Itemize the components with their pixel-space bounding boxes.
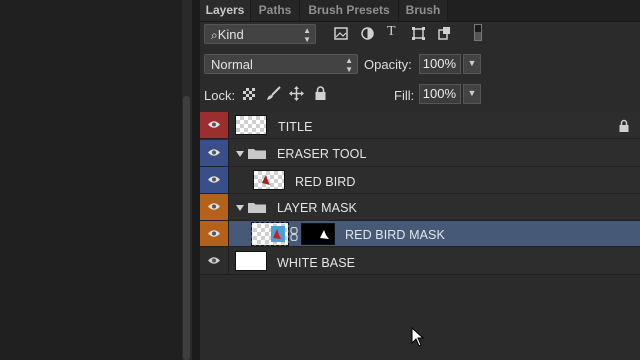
- opacity-slider-button[interactable]: ▼: [463, 54, 481, 74]
- layer-group-eraser-tool[interactable]: ERASER TOOL: [200, 140, 640, 167]
- visibility-toggle[interactable]: [200, 194, 229, 220]
- lock-label: Lock:: [204, 88, 236, 103]
- type-filter-icon[interactable]: T: [387, 24, 396, 40]
- blend-mode-value: Normal: [211, 57, 253, 72]
- eye-icon: [208, 121, 220, 128]
- layer-group-layer-mask[interactable]: LAYER MASK: [200, 194, 640, 221]
- mouse-cursor-icon: [411, 327, 425, 347]
- visibility-toggle[interactable]: [200, 140, 229, 166]
- opacity-input[interactable]: 100%: [419, 54, 461, 74]
- layer-locked-icon: [619, 119, 629, 132]
- group-expand-triangle-icon[interactable]: [236, 205, 244, 211]
- folder-icon: [248, 149, 266, 159]
- shape-filter-icon[interactable]: [412, 27, 425, 40]
- visibility-toggle[interactable]: [200, 221, 229, 246]
- layer-row-title[interactable]: TITLE: [200, 112, 640, 139]
- layer-name: WHITE BASE: [277, 256, 356, 270]
- layer-name: ERASER TOOL: [277, 147, 367, 161]
- layer-name: TITLE: [278, 120, 313, 134]
- blend-mode-dropdown[interactable]: Normal ▲ ▼: [204, 54, 358, 74]
- opacity-label: Opacity:: [364, 57, 412, 72]
- panel-tabs: Layers Paths Brush Presets Brush: [200, 0, 640, 22]
- layers-panel: Layers Paths Brush Presets Brush ⌕Kind ▲…: [200, 0, 640, 360]
- visibility-toggle[interactable]: [200, 112, 229, 138]
- blue-bird-thumbnail-icon: [271, 226, 285, 242]
- lock-transparent-pixels-icon[interactable]: [243, 88, 255, 100]
- fill-label: Fill:: [394, 88, 415, 103]
- eye-icon: [208, 176, 220, 183]
- tab-layers[interactable]: Layers: [200, 0, 251, 21]
- search-icon: ⌕: [211, 28, 218, 42]
- folder-icon: [248, 203, 266, 213]
- layer-name: RED BIRD MASK: [345, 228, 445, 242]
- adjustment-filter-icon[interactable]: [361, 27, 374, 40]
- updown-arrows-icon: ▲ ▼: [345, 56, 353, 74]
- chevron-down-icon: ▼: [467, 88, 477, 98]
- fill-slider-button[interactable]: ▼: [463, 84, 481, 104]
- bird-mask-silhouette-icon: [320, 230, 329, 239]
- visibility-toggle[interactable]: [200, 167, 229, 193]
- image-filter-icon[interactable]: [334, 27, 348, 40]
- layer-mask-thumbnail[interactable]: [301, 223, 335, 245]
- canvas-area-left: [0, 0, 182, 360]
- lock-position-move-icon[interactable]: [289, 86, 304, 101]
- eye-icon: [208, 203, 220, 210]
- layer-row-white-base[interactable]: WHITE BASE: [200, 248, 640, 275]
- kind-filter-label: Kind: [217, 27, 244, 42]
- layer-thumbnail: [253, 170, 285, 190]
- updown-arrows-icon: ▲ ▼: [303, 26, 311, 44]
- smart-object-filter-icon[interactable]: [438, 26, 451, 40]
- filter-toggle-switch[interactable]: [474, 24, 482, 41]
- layer-thumbnail: [235, 115, 267, 135]
- red-bird-thumbnail-icon: [262, 175, 270, 185]
- lock-all-padlock-icon[interactable]: [315, 86, 326, 100]
- tab-paths[interactable]: Paths: [251, 0, 300, 21]
- layer-row-red-bird[interactable]: RED BIRD: [200, 167, 640, 194]
- tab-brush-presets[interactable]: Brush Presets: [300, 0, 399, 21]
- eye-icon: [208, 257, 220, 264]
- layer-row-red-bird-mask[interactable]: RED BIRD MASK: [200, 221, 640, 247]
- group-expand-triangle-icon[interactable]: [236, 151, 244, 157]
- tab-brush[interactable]: Brush: [399, 0, 448, 21]
- visibility-toggle[interactable]: [200, 248, 229, 274]
- mask-link-chain-icon[interactable]: [290, 227, 298, 241]
- layer-thumbnail: [235, 251, 267, 271]
- lock-image-pixels-brush-icon[interactable]: [266, 86, 281, 101]
- canvas-scroll-thumb[interactable]: [183, 96, 190, 360]
- layer-name: LAYER MASK: [277, 201, 357, 215]
- kind-filter-dropdown[interactable]: ⌕Kind ▲ ▼: [204, 24, 316, 44]
- fill-input[interactable]: 100%: [419, 84, 461, 104]
- eye-icon: [208, 149, 220, 156]
- eye-icon: [208, 230, 220, 237]
- layer-name: RED BIRD: [295, 175, 356, 189]
- layer-thumbnail[interactable]: [251, 222, 289, 246]
- panel-divider: [192, 0, 200, 360]
- chevron-down-icon: ▼: [467, 58, 477, 68]
